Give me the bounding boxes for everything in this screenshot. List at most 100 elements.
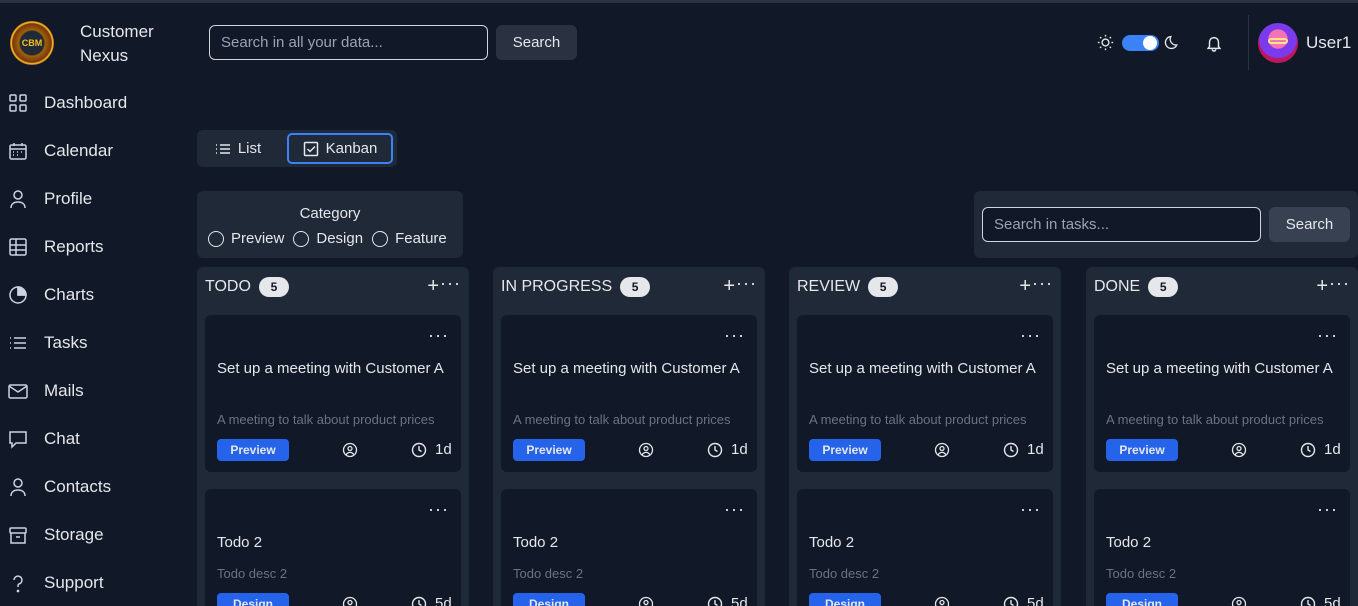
global-search-button[interactable]: Search — [496, 25, 577, 60]
radio-design[interactable]: Design — [293, 230, 363, 247]
card-more-icon[interactable]: ··· — [724, 499, 745, 520]
card-title: Todo 2 — [809, 534, 855, 551]
clock-icon — [1003, 442, 1019, 458]
task-card[interactable]: ··· Set up a meeting with Customer A A mee… — [1094, 315, 1350, 472]
task-card[interactable]: ··· Todo 2 Todo desc 2 Design 5d — [1094, 489, 1350, 606]
category-tag[interactable]: Preview — [217, 439, 289, 461]
column-title: DONE — [1094, 278, 1141, 295]
sidebar-item-storage[interactable]: Storage — [8, 520, 104, 550]
card-more-icon[interactable]: ··· — [724, 325, 745, 346]
category-tag[interactable]: Design — [809, 593, 881, 606]
sidebar-item-chat[interactable]: Chat — [8, 424, 80, 454]
category-title: Category — [299, 205, 361, 222]
due-label: 1d — [731, 441, 748, 458]
task-card[interactable]: ··· Todo 2 Todo desc 2 Design 5d — [797, 489, 1053, 606]
sidebar-item-tasks[interactable]: Tasks — [8, 328, 87, 358]
assignee-icon[interactable] — [934, 596, 950, 606]
avatar[interactable] — [1258, 23, 1298, 63]
sidebar-item-profile[interactable]: Profile — [8, 184, 92, 214]
avatar-glasses — [1268, 38, 1288, 44]
assignee-icon[interactable] — [342, 442, 358, 458]
sidebar-item-mails[interactable]: Mails — [8, 376, 84, 406]
due-label: 5d — [435, 595, 452, 606]
category-tag[interactable]: Design — [1106, 593, 1178, 606]
card-description: Todo desc 2 — [513, 566, 584, 581]
sidebar-item-calendar[interactable]: Calendar — [8, 136, 113, 166]
task-search-input[interactable] — [982, 207, 1261, 242]
category-tag[interactable]: Preview — [809, 439, 881, 461]
radio-label: Design — [316, 230, 364, 247]
list-view-label: List — [237, 140, 262, 157]
column-title: REVIEW — [797, 278, 861, 295]
radio-feature[interactable]: Feature — [372, 230, 447, 247]
card-title: Todo 2 — [1106, 534, 1152, 551]
card-more-icon[interactable]: ··· — [1020, 325, 1041, 346]
assignee-icon[interactable] — [638, 596, 654, 606]
sun-icon[interactable] — [1097, 34, 1114, 51]
task-card[interactable]: ··· Todo 2 Todo desc 2 Design 5d — [501, 489, 757, 606]
card-more-icon[interactable]: ··· — [428, 325, 449, 346]
username[interactable]: User1 — [1306, 33, 1351, 53]
column-header: REVIEW 5 — [797, 277, 899, 297]
task-card[interactable]: ··· Todo 2 Todo desc 2 Design 5d — [205, 489, 461, 606]
card-description: Todo desc 2 — [217, 566, 288, 581]
card-title: Todo 2 — [217, 534, 263, 551]
theme-toggle[interactable] — [1122, 35, 1159, 51]
column-more-icon[interactable]: ··· — [1032, 273, 1053, 294]
add-card-button[interactable]: + — [1316, 275, 1328, 298]
task-card[interactable]: ··· Set up a meeting with Customer A A mee… — [797, 315, 1053, 472]
column-header: TODO 5 — [205, 277, 289, 297]
header-divider — [1248, 15, 1249, 70]
sidebar-item-charts[interactable]: Charts — [8, 280, 94, 310]
sidebar-item-contacts[interactable]: Contacts — [8, 472, 111, 502]
card-more-icon[interactable]: ··· — [428, 499, 449, 520]
column-title: TODO — [205, 278, 251, 295]
list-view-button[interactable]: List — [203, 133, 273, 164]
sidebar-item-label: Storage — [44, 525, 104, 544]
sidebar-item-label: Profile — [44, 189, 93, 208]
column-header: IN PROGRESS 5 — [501, 277, 651, 297]
sidebar-item-label: Tasks — [44, 333, 88, 352]
global-search-input[interactable] — [209, 25, 488, 60]
assignee-icon[interactable] — [1231, 442, 1247, 458]
assignee-icon[interactable] — [934, 442, 950, 458]
task-card[interactable]: ··· Set up a meeting with Customer A A mee… — [501, 315, 757, 472]
kanban-view-button[interactable]: Kanban — [287, 133, 393, 164]
assignee-icon[interactable] — [342, 596, 358, 606]
user-icon — [8, 189, 28, 209]
card-title: Todo 2 — [513, 534, 559, 551]
moon-icon[interactable] — [1164, 34, 1181, 51]
sidebar-item-dashboard[interactable]: Dashboard — [8, 88, 127, 118]
category-tag[interactable]: Preview — [1106, 439, 1178, 461]
assignee-icon[interactable] — [638, 442, 654, 458]
card-more-icon[interactable]: ··· — [1020, 499, 1041, 520]
add-card-button[interactable]: + — [427, 275, 439, 298]
task-search-button[interactable]: Search — [1269, 207, 1350, 242]
card-description: A meeting to talk about product prices — [217, 412, 435, 427]
due-label: 5d — [1324, 595, 1341, 606]
bell-icon[interactable] — [1205, 34, 1223, 52]
add-card-button[interactable]: + — [1019, 275, 1031, 298]
column-more-icon[interactable]: ··· — [1329, 273, 1350, 294]
sidebar-item-support[interactable]: Support — [8, 568, 104, 598]
contact-icon — [8, 477, 28, 497]
category-tag[interactable]: Design — [513, 593, 585, 606]
view-switcher: List Kanban — [197, 130, 397, 167]
column-more-icon[interactable]: ··· — [440, 273, 461, 294]
card-description: A meeting to talk about product prices — [513, 412, 731, 427]
column-more-icon[interactable]: ··· — [736, 273, 757, 294]
add-card-button[interactable]: + — [723, 275, 735, 298]
card-more-icon[interactable]: ··· — [1317, 499, 1338, 520]
category-tag[interactable]: Preview — [513, 439, 585, 461]
card-more-icon[interactable]: ··· — [1317, 325, 1338, 346]
sidebar-item-reports[interactable]: Reports — [8, 232, 104, 262]
brand-logo[interactable]: CBM — [10, 21, 54, 65]
assignee-icon[interactable] — [1231, 596, 1247, 606]
card-description: A meeting to talk about product prices — [1106, 412, 1324, 427]
radio-preview[interactable]: Preview — [208, 230, 284, 247]
category-tag[interactable]: Design — [217, 593, 289, 606]
due-label: 1d — [1027, 441, 1044, 458]
radio-label: Preview — [231, 230, 285, 247]
task-card[interactable]: ··· Set up a meeting with Customer A A mee… — [205, 315, 461, 472]
card-description: A meeting to talk about product prices — [809, 412, 1027, 427]
